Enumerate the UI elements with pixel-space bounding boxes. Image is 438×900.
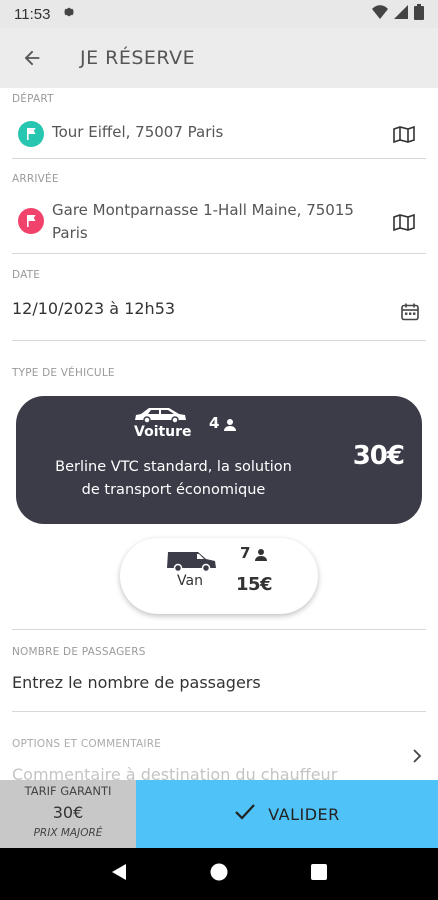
voiture-price: 30€ xyxy=(352,441,405,471)
passengers-input[interactable]: Entrez le nombre de passagers xyxy=(12,670,261,696)
settings-icon xyxy=(62,5,76,23)
options-label: OPTIONS ET COMMENTAIRE xyxy=(12,738,162,750)
date-field[interactable]: DATE 12/10/2023 à 12h53 xyxy=(12,264,426,341)
van-icon xyxy=(166,549,218,575)
tarif-note: PRIX MAJORÉ xyxy=(33,827,103,839)
voiture-name: Voiture xyxy=(134,424,192,440)
arrivee-field[interactable]: ARRIVÉE Gare Montparnasse 1-Hall Maine, … xyxy=(12,168,426,254)
check-icon xyxy=(234,803,256,825)
system-nav-bar xyxy=(0,848,438,900)
nav-home-icon[interactable] xyxy=(209,862,229,886)
depart-value: Tour Eiffel, 75007 Paris xyxy=(52,123,224,141)
depart-field[interactable]: DÉPART Tour Eiffel, 75007 Paris xyxy=(12,88,426,159)
tarif-panel: TARIF GARANTI 30€ PRIX MAJORÉ xyxy=(0,780,136,848)
van-capacity: 7 xyxy=(240,544,251,562)
date-value: 12/10/2023 à 12h53 xyxy=(12,299,176,318)
calendar-icon[interactable] xyxy=(400,302,420,322)
van-price: 15€ xyxy=(236,574,273,595)
status-time: 11:53 xyxy=(14,5,51,23)
depart-label: DÉPART xyxy=(12,93,54,105)
voiture-desc-line1: Berline VTC standard, la solution xyxy=(55,459,292,475)
app-bar: JE RÉSERVE xyxy=(0,28,438,88)
flag-icon xyxy=(18,121,44,147)
passengers-label: NOMBRE DE PASSAGERS xyxy=(12,646,146,658)
vehicle-card-van[interactable]: Van 7 15€ xyxy=(120,538,318,614)
voiture-desc-line2: de transport économique xyxy=(81,482,266,498)
flag-icon xyxy=(18,208,44,234)
map-icon[interactable] xyxy=(392,124,416,144)
tarif-label: TARIF GARANTI xyxy=(24,784,112,798)
nav-recents-icon[interactable] xyxy=(310,863,328,885)
arrivee-label: ARRIVÉE xyxy=(12,173,59,185)
nav-back-icon[interactable] xyxy=(110,862,128,886)
back-arrow-icon[interactable] xyxy=(0,28,64,88)
signal-icon xyxy=(394,5,408,23)
options-comment-input[interactable]: Commentaire à destination du chauffeur xyxy=(12,762,337,780)
person-icon xyxy=(254,547,268,566)
vehicle-card-voiture[interactable]: Voiture 4 Berline VTC standard, la solut… xyxy=(16,396,422,524)
chevron-right-icon[interactable] xyxy=(412,748,422,767)
validate-button[interactable]: VALIDER xyxy=(136,780,438,848)
status-bar: 11:53 xyxy=(0,0,438,28)
options-field[interactable]: OPTIONS ET COMMENTAIRE Commentaire à des… xyxy=(12,712,426,780)
arrivee-value-line2: Paris xyxy=(52,224,88,242)
tarif-value: 30€ xyxy=(52,803,84,822)
arrivee-value-line1: Gare Montparnasse 1-Hall Maine, 75015 xyxy=(52,201,354,219)
vehicle-label: TYPE DE VÉHICULE xyxy=(12,367,115,379)
voiture-capacity: 4 xyxy=(209,414,220,432)
page-title: JE RÉSERVE xyxy=(80,47,196,69)
validate-label: VALIDER xyxy=(268,804,340,824)
map-icon[interactable] xyxy=(392,212,416,232)
passengers-field[interactable]: NOMBRE DE PASSAGERS Entrez le nombre de … xyxy=(12,629,426,712)
wifi-icon xyxy=(372,5,388,23)
battery-icon xyxy=(414,4,424,24)
person-icon xyxy=(223,417,237,436)
date-label: DATE xyxy=(12,269,41,281)
van-name: Van xyxy=(177,573,203,589)
